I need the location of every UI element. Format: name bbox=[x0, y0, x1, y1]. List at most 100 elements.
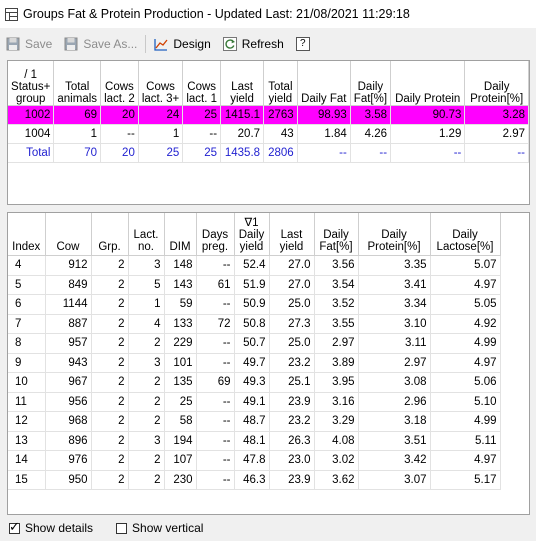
table-cell: 20.7 bbox=[220, 124, 265, 144]
cows-column-header-2[interactable]: Grp. bbox=[91, 213, 129, 256]
column-header-label: Cow bbox=[56, 241, 80, 253]
table-cell: -- bbox=[196, 255, 235, 276]
table-cell: 957 bbox=[45, 333, 92, 354]
show-vertical-checkbox[interactable]: Show vertical bbox=[116, 521, 203, 535]
cows-column-header-8[interactable]: Daily Fat[%] bbox=[314, 213, 359, 256]
table-cell: 13 bbox=[8, 431, 46, 451]
cows-column-header-1[interactable]: Cow bbox=[45, 213, 92, 256]
groups-total-row[interactable]: Total 70 20 25 25 1435.8 2806 -- -- -- -- bbox=[8, 143, 529, 163]
table-cell: 2 bbox=[128, 372, 165, 393]
cows-column-header-7[interactable]: Last yield bbox=[269, 213, 315, 256]
table-cell: 46.3 bbox=[234, 470, 270, 490]
cow-row[interactable]: 14 976 2 2 107 -- 47.8 23.0 3.02 3.42 4.97 bbox=[8, 450, 501, 471]
checkbox-box[interactable] bbox=[116, 522, 128, 534]
help-button[interactable]: ? bbox=[290, 33, 316, 55]
cow-row[interactable]: 8 957 2 2 229 -- 50.7 25.0 2.97 3.11 4.99 bbox=[8, 333, 501, 354]
table-cell: 24 bbox=[138, 105, 184, 125]
table-cell: Total bbox=[8, 143, 55, 163]
table-cell: 10 bbox=[8, 372, 46, 393]
table-cell: 1 bbox=[53, 124, 102, 144]
cow-row[interactable]: 15 950 2 2 230 -- 46.3 23.9 3.62 3.07 5.17 bbox=[8, 470, 501, 490]
table-cell: 69 bbox=[196, 372, 235, 393]
show-details-checkbox[interactable]: ✓ Show details bbox=[9, 520, 93, 535]
column-header-label: animals bbox=[57, 93, 98, 105]
table-cell: -- bbox=[196, 294, 235, 315]
save-as-label: Save As... bbox=[83, 37, 138, 51]
table-cell: 2 bbox=[91, 255, 129, 276]
groups-column-header-4[interactable]: Cows lact. 1 bbox=[182, 61, 222, 106]
floppy-disk-icon bbox=[6, 37, 20, 51]
cows-column-header-10[interactable]: Daily Lactose[%] bbox=[430, 213, 501, 256]
table-cell: 25 bbox=[182, 143, 222, 163]
table-cell: 9 bbox=[8, 353, 46, 373]
cow-row[interactable]: 13 896 2 3 194 -- 48.1 26.3 4.08 3.51 5.11 bbox=[8, 431, 501, 451]
window-title-bar: Groups Fat & Protein Production - Update… bbox=[0, 0, 536, 28]
cows-column-header-3[interactable]: Lact. no. bbox=[128, 213, 165, 256]
table-cell: -- bbox=[196, 392, 235, 412]
table-cell: 976 bbox=[45, 450, 92, 471]
cows-column-header-4[interactable]: DIM bbox=[164, 213, 197, 256]
column-header-label: Protein[%] bbox=[367, 241, 421, 253]
column-header-label: Daily bbox=[357, 81, 384, 93]
table-cell: 27.0 bbox=[269, 275, 315, 295]
cow-row[interactable]: 7 887 2 4 133 72 50.8 27.3 3.55 3.10 4.92 bbox=[8, 314, 501, 334]
refresh-button[interactable]: Refresh bbox=[217, 33, 290, 55]
table-cell: 50.7 bbox=[234, 333, 270, 354]
table-cell: 3.58 bbox=[350, 105, 392, 125]
groups-column-header-2[interactable]: Cows lact. 2 bbox=[100, 61, 139, 106]
table-cell: 27.0 bbox=[269, 255, 315, 276]
cows-column-header-5[interactable]: Days preg. bbox=[196, 213, 235, 256]
table-cell: 2.97 bbox=[358, 353, 431, 373]
save-button[interactable]: Save bbox=[0, 33, 58, 55]
cow-row[interactable]: 9 943 2 3 101 -- 49.7 23.2 3.89 2.97 4.97 bbox=[8, 353, 501, 373]
groups-column-header-5[interactable]: Last yield bbox=[220, 61, 265, 106]
table-cell: 3.54 bbox=[314, 275, 359, 295]
groups-column-header-7[interactable]: Daily Fat bbox=[297, 61, 351, 106]
column-header-label: Lact. bbox=[133, 229, 159, 241]
table-cell: 47.8 bbox=[234, 450, 270, 471]
groups-column-header-6[interactable]: Total yield bbox=[263, 61, 298, 106]
cows-table: Index Cow Grp. Lact. no. DIM Days preg. ∇1 Daily y… bbox=[8, 213, 501, 490]
cows-panel: Index Cow Grp. Lact. no. DIM Days preg. ∇1 Daily y… bbox=[7, 212, 530, 515]
table-cell: 3 bbox=[128, 255, 165, 276]
cow-row[interactable]: 12 968 2 2 58 -- 48.7 23.2 3.29 3.18 4.99 bbox=[8, 411, 501, 432]
design-button[interactable]: Design bbox=[148, 33, 216, 55]
column-header-label: lact. 3+ bbox=[141, 93, 180, 105]
table-cell: 5.17 bbox=[430, 470, 501, 490]
cow-row[interactable]: 10 967 2 2 135 69 49.3 25.1 3.95 3.08 5.06 bbox=[8, 372, 501, 393]
table-cell: 4.97 bbox=[430, 353, 501, 373]
groups-column-header-3[interactable]: Cows lact. 3+ bbox=[138, 61, 184, 106]
table-cell: 3.89 bbox=[314, 353, 359, 373]
table-cell: -- bbox=[350, 143, 392, 163]
column-header-label: Last bbox=[280, 229, 303, 241]
cow-row[interactable]: 5 849 2 5 143 61 51.9 27.0 3.54 3.41 4.97 bbox=[8, 275, 501, 295]
cow-row[interactable]: 4 912 2 3 148 -- 52.4 27.0 3.56 3.35 5.07 bbox=[8, 255, 501, 276]
groups-column-header-0[interactable]: / 1 Status+ group bbox=[8, 61, 55, 106]
column-header-label: Protein[%] bbox=[470, 93, 524, 105]
groups-column-header-1[interactable]: Total animals bbox=[53, 61, 102, 106]
table-cell: 20 bbox=[100, 143, 139, 163]
groups-column-header-10[interactable]: Daily Protein[%] bbox=[464, 61, 529, 106]
groups-summary-panel: / 1 Status+ group Total animals Cows lact. 2 Co… bbox=[7, 60, 530, 205]
groups-column-header-9[interactable]: Daily Protein bbox=[390, 61, 466, 106]
cows-column-header-9[interactable]: Daily Protein[%] bbox=[358, 213, 431, 256]
checkbox-box[interactable]: ✓ bbox=[9, 520, 20, 534]
cow-row[interactable]: 11 956 2 2 25 -- 49.1 23.9 3.16 2.96 5.10 bbox=[8, 392, 501, 412]
table-cell: 52.4 bbox=[234, 255, 270, 276]
groups-column-header-8[interactable]: Daily Fat[%] bbox=[350, 61, 392, 106]
table-cell: 5.07 bbox=[430, 255, 501, 276]
cows-column-header-6[interactable]: ∇1 Daily yield bbox=[234, 213, 270, 256]
table-cell: -- bbox=[182, 124, 222, 144]
cows-column-header-0[interactable]: Index bbox=[8, 213, 46, 256]
table-cell: 3.55 bbox=[314, 314, 359, 334]
table-cell: 2 bbox=[128, 392, 165, 412]
groups-table-row[interactable]: 1002 69 20 24 25 1415.1 2763 98.93 3.58 90.73 3.28 bbox=[8, 105, 529, 125]
table-cell: 23.9 bbox=[269, 392, 315, 412]
table-cell: 148 bbox=[164, 255, 197, 276]
save-as-button[interactable]: Save As... bbox=[58, 33, 143, 55]
column-header-label: lact. 1 bbox=[186, 93, 217, 105]
table-cell: 3.07 bbox=[358, 470, 431, 490]
table-cell: -- bbox=[464, 143, 529, 163]
cow-row[interactable]: 6 1144 2 1 59 -- 50.9 25.0 3.52 3.34 5.05 bbox=[8, 294, 501, 315]
groups-table-row[interactable]: 1004 1 -- 1 -- 20.7 43 1.84 4.26 1.29 2.97 bbox=[8, 124, 529, 144]
